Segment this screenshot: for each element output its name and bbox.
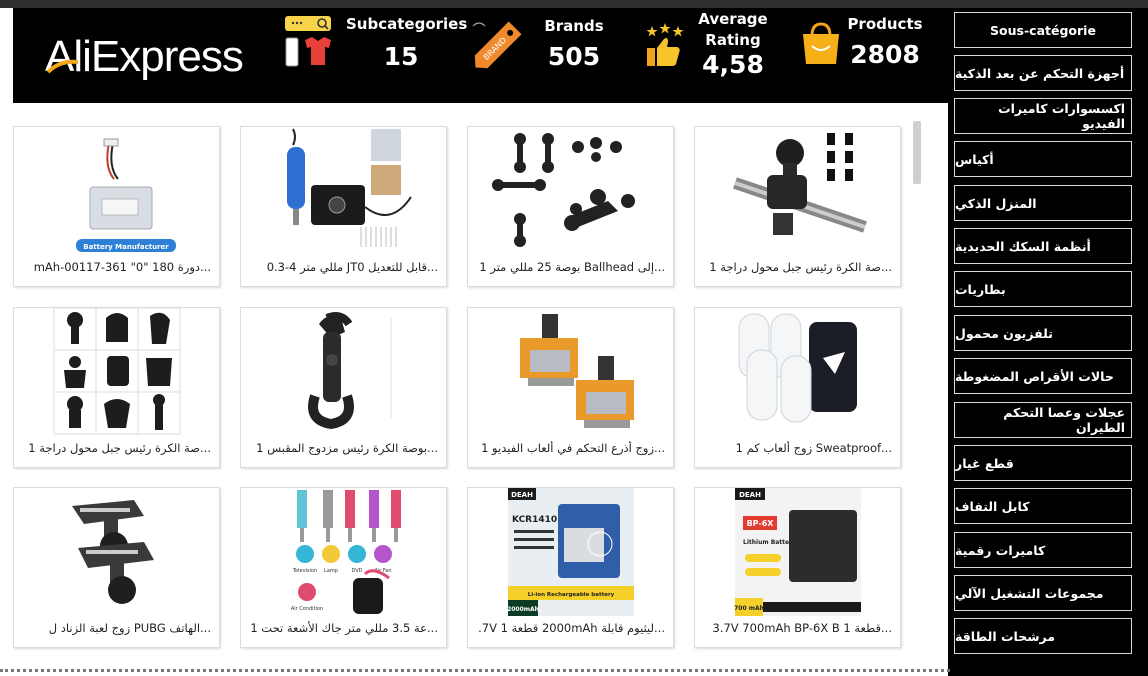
product-card[interactable]: ...صة الكرة رئيس جبل محول دراجة 1 <box>13 307 220 468</box>
shopping-bag-icon <box>803 22 839 64</box>
blue-rotary-tool-image <box>241 127 446 255</box>
product-card[interactable]: Battery Manufacturer ...دورة 180 "0" 361… <box>13 126 220 287</box>
product-card[interactable]: ...بوصة الكرة رئيس مزدوج المقبس 1 <box>240 307 447 468</box>
product-card[interactable]: ...الهاتف PUBG زوج لعبة الزناد ل <box>13 487 220 648</box>
joystick-modules-image <box>468 308 673 436</box>
subcategory-sidebar: Sous-catégorie أجهزة التحكم عن بعد الذكي… <box>948 8 1148 676</box>
sidebar-item-flight-wheels-joysticks[interactable]: عجلات وعصا التحكم الطيران <box>954 402 1132 438</box>
deah-brand-text: DEAH <box>739 491 761 499</box>
product-title: ...صة الكرة رئيس جبل محول دراجة 1 <box>28 441 211 455</box>
bp6x-battery-image: DEAH BP-6X Lithium Battery 700 mAh <box>695 488 900 616</box>
brands-value: 505 <box>547 42 601 71</box>
product-title: ...زوج أذرع التحكم في ألعاب الفيديو 1 <box>481 441 665 455</box>
product-title: ...بوصة الكرة رئيس مزدوج المقبس 1 <box>256 441 438 455</box>
bp6x-text: BP-6X <box>747 519 775 528</box>
product-title: ...إلى Ballhead بوصة 25 مللي متر 1 <box>479 260 665 274</box>
handlebar-ball-mount-image <box>695 127 900 255</box>
pubg-triggers-image <box>14 488 219 616</box>
lithium-text: Lithium Battery <box>743 539 796 546</box>
label-lamp: Lamp <box>324 568 338 574</box>
sidebar-item-smart-home[interactable]: المنزل الذكي <box>954 185 1132 221</box>
sidebar-item-power-filters[interactable]: مرشحات الطاقة <box>954 618 1132 654</box>
mount-set-grid-image <box>14 308 219 436</box>
sidebar-item-cd-cases[interactable]: حالات الأقراص المضغوطة <box>954 358 1132 394</box>
product-title: ...Sweatproof زوج ألعاب كم 1 <box>735 441 892 455</box>
label-air-condition: Air Condition <box>291 606 323 612</box>
logo-swoosh-icon <box>46 59 79 74</box>
search-bar-shirt-icon <box>285 16 331 67</box>
rating-value: 4,58 <box>702 50 764 79</box>
subcategories-label: Subcategories <box>346 15 468 33</box>
label-television: Television <box>292 568 317 574</box>
kcr1410-battery-image: DEAH KCR1410 Li-ion Rechargeable battery… <box>468 488 673 616</box>
product-card[interactable]: ...Sweatproof زوج ألعاب كم 1 <box>694 307 901 468</box>
product-title: ...عة 3.5 مللي متر جاك الأشعة تحت 1 <box>251 621 438 635</box>
product-card[interactable]: DEAH KCR1410 Li-ion Rechargeable battery… <box>467 487 674 648</box>
product-title: ...صة الكرة رئيس جبل محول دراجة 1 <box>709 260 892 274</box>
label-dvd: DVD <box>351 568 362 574</box>
sidebar-item-bags[interactable]: أكياس <box>954 141 1132 177</box>
capacity-text: 700 mAh <box>734 605 764 612</box>
thumbs-up-stars-icon <box>646 23 684 66</box>
sidebar-item-batteries[interactable]: بطاريات <box>954 271 1132 307</box>
subcategories-stat: Subcategories 15 <box>346 8 468 71</box>
product-title: ...الهاتف PUBG زوج لعبة الزناد ل <box>48 621 211 635</box>
product-card[interactable]: ...قابل للتعديل JT0 مللي متر 4-0.3 <box>240 126 447 287</box>
products-value: 2808 <box>850 40 920 69</box>
product-title: ...دورة 180 "0" 361-00117-mAh <box>33 260 211 274</box>
product-card[interactable]: ...إلى Ballhead بوصة 25 مللي متر 1 <box>467 126 674 287</box>
product-title: ...قطعة 3.7V 700mAh BP-6X B 1 <box>712 621 893 635</box>
brands-label: Brands <box>544 17 604 35</box>
ir-jack-cables-image: Television Lamp DVD Air Fan Air Conditio… <box>241 488 446 616</box>
product-title: ...ليثيوم قابلة 2000mAh قطعة 3.7V 1 <box>478 621 665 635</box>
sidebar-item-video-camera-accessories[interactable]: اكسسوارات كاميرات الفيديو <box>954 98 1132 134</box>
finger-sleeves-image <box>695 308 900 436</box>
price-tag-icon: BRAND <box>472 21 522 69</box>
rating-label-line2: Rating <box>705 31 761 49</box>
battery-pack-image: Battery Manufacturer <box>14 127 219 255</box>
products-stat: Products 2808 <box>847 8 923 69</box>
product-card[interactable]: DEAH BP-6X Lithium Battery 700 mAh ...قط… <box>694 487 901 648</box>
sidebar-item-digital-cameras[interactable]: كاميرات رقمية <box>954 532 1132 568</box>
double-socket-clamp-image <box>241 308 446 436</box>
rating-label-line1: Average <box>698 10 768 28</box>
sidebar-item-portable-tv[interactable]: تلفزيون محمول <box>954 315 1132 351</box>
grid-scrollbar-thumb[interactable] <box>913 121 921 184</box>
sidebar-item-railway-systems[interactable]: أنظمة السكك الحديدية <box>954 228 1132 264</box>
stats-header: AliExpress Subcategories 15 BRAND Brands… <box>13 8 948 103</box>
capacity-text: 2000mAh <box>507 606 539 613</box>
battery-banner-text: Battery Manufacturer <box>83 243 169 251</box>
product-card[interactable]: ...صة الكرة رئيس جبل محول دراجة 1 <box>694 126 901 287</box>
li-ion-text: Li-ion Rechargeable battery <box>528 592 615 598</box>
subcategories-value: 15 <box>383 42 419 71</box>
rating-stat: Average Rating 4,58 <box>696 8 770 79</box>
product-title: ...قابل للتعديل JT0 مللي متر 4-0.3 <box>266 260 438 274</box>
kcr1410-text: KCR1410 <box>512 515 557 525</box>
bottom-divider <box>0 669 950 672</box>
sidebar-item-smart-remote[interactable]: أجهزة التحكم عن بعد الذكية <box>954 55 1132 91</box>
sidebar-item-automation-kits[interactable]: مجموعات التشغيل الآلي <box>954 575 1132 611</box>
ball-mount-arms-image <box>468 127 673 255</box>
sidebar-item-spare-parts[interactable]: قطع غيار <box>954 445 1132 481</box>
sidebar-header-sous-categorie[interactable]: Sous-catégorie <box>954 12 1132 48</box>
brands-stat: Brands 505 <box>544 8 604 71</box>
sidebar-item-wrap-cable[interactable]: كابل التفاف <box>954 488 1132 524</box>
product-card[interactable]: Television Lamp DVD Air Fan Air Conditio… <box>240 487 447 648</box>
deah-brand-text: DEAH <box>511 491 533 499</box>
products-label: Products <box>847 15 923 33</box>
window-top-strip <box>0 0 1148 8</box>
product-card[interactable]: ...زوج أذرع التحكم في ألعاب الفيديو 1 <box>467 307 674 468</box>
